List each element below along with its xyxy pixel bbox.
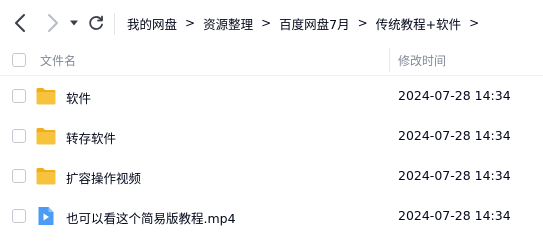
refresh-icon bbox=[89, 15, 103, 30]
row-checkbox[interactable] bbox=[12, 169, 26, 183]
toolbar-divider bbox=[114, 13, 115, 35]
caret-down-icon bbox=[70, 20, 78, 26]
folder-icon bbox=[36, 168, 56, 185]
breadcrumb-separator: > bbox=[357, 16, 368, 30]
folder-icon bbox=[36, 88, 56, 105]
chevron-right-icon bbox=[48, 14, 58, 32]
breadcrumb-item-resources[interactable]: 资源整理 bbox=[203, 14, 253, 33]
column-header-name[interactable]: 文件名 bbox=[40, 52, 76, 69]
file-name[interactable]: 也可以看这个简易版教程.mp4 bbox=[66, 208, 236, 227]
row-checkbox[interactable] bbox=[12, 89, 26, 103]
file-modified-time: 2024-07-28 14:34 bbox=[398, 168, 511, 183]
file-modified-time: 2024-07-28 14:34 bbox=[398, 88, 511, 103]
forward-button[interactable] bbox=[41, 12, 63, 34]
breadcrumb-separator: > bbox=[469, 16, 480, 30]
file-row[interactable]: 也可以看这个简易版教程.mp4 2024-07-28 14:34 bbox=[0, 196, 543, 236]
toolbar: 我的网盘 > 资源整理 > 百度网盘7月 > 传统教程+软件 > bbox=[0, 0, 543, 44]
breadcrumb-item-my-drive[interactable]: 我的网盘 bbox=[127, 14, 177, 33]
breadcrumb-item-baidu-july[interactable]: 百度网盘7月 bbox=[279, 14, 349, 33]
row-checkbox[interactable] bbox=[12, 129, 26, 143]
file-name[interactable]: 扩容操作视频 bbox=[66, 168, 141, 187]
file-name[interactable]: 转存软件 bbox=[66, 128, 116, 147]
breadcrumb-separator: > bbox=[185, 16, 196, 30]
chevron-left-icon bbox=[15, 14, 25, 32]
breadcrumb-separator: > bbox=[261, 16, 272, 30]
column-header-modified[interactable]: 修改时间 bbox=[398, 52, 446, 69]
folder-icon bbox=[36, 128, 56, 145]
breadcrumb: 我的网盘 > 资源整理 > 百度网盘7月 > 传统教程+软件 > bbox=[127, 14, 487, 32]
history-dropdown-button[interactable] bbox=[67, 15, 81, 31]
video-file-icon bbox=[38, 207, 54, 225]
breadcrumb-item-current[interactable]: 传统教程+软件 bbox=[376, 14, 461, 33]
file-modified-time: 2024-07-28 14:34 bbox=[398, 208, 511, 223]
file-list-header: 文件名 修改时间 bbox=[0, 44, 543, 76]
column-resize-handle[interactable] bbox=[389, 48, 390, 72]
file-modified-time: 2024-07-28 14:34 bbox=[398, 128, 511, 143]
file-row[interactable]: 转存软件 2024-07-28 14:34 bbox=[0, 116, 543, 156]
back-button[interactable] bbox=[10, 12, 32, 34]
file-row[interactable]: 软件 2024-07-28 14:34 bbox=[0, 76, 543, 116]
file-name[interactable]: 软件 bbox=[66, 88, 91, 107]
refresh-button[interactable] bbox=[86, 13, 106, 33]
row-checkbox[interactable] bbox=[12, 209, 26, 223]
file-row[interactable]: 扩容操作视频 2024-07-28 14:34 bbox=[0, 156, 543, 196]
select-all-checkbox[interactable] bbox=[12, 53, 26, 67]
